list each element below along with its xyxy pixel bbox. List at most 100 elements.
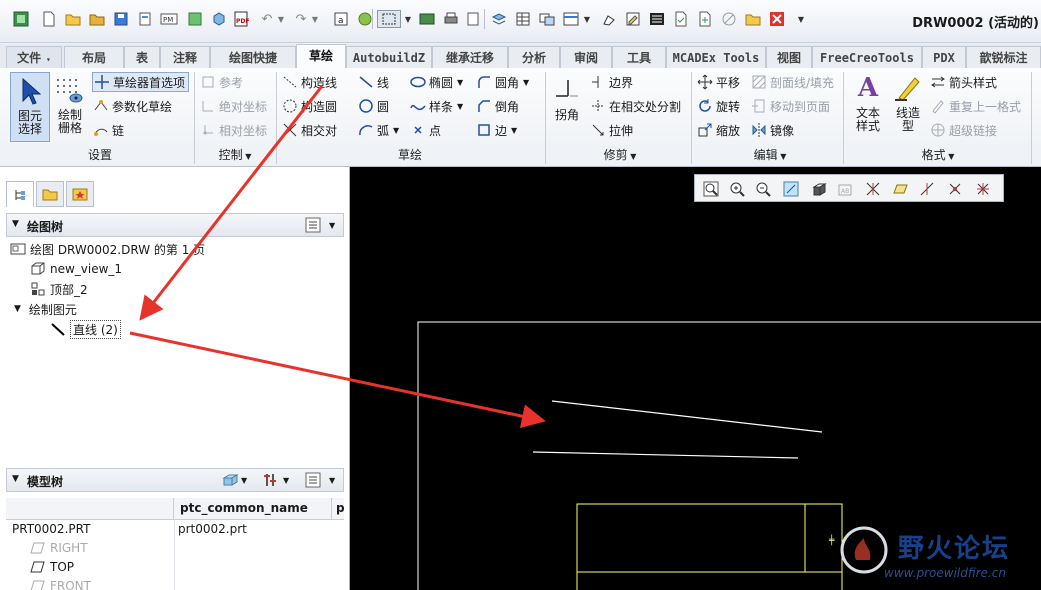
stretch-button[interactable]: 拉伸 xyxy=(590,120,633,140)
switch-window-icon[interactable] xyxy=(538,10,556,28)
display-style-icon[interactable] xyxy=(809,179,829,199)
group-label-trim[interactable]: 修剪 ▼ xyxy=(580,146,660,164)
new-folder-icon[interactable] xyxy=(64,10,82,28)
expand-triangle-icon[interactable]: ▼ xyxy=(14,304,21,314)
edge-dropdown-icon[interactable]: ▼ xyxy=(511,126,517,135)
open-icon[interactable] xyxy=(88,10,106,28)
print-preview-icon[interactable] xyxy=(136,10,154,28)
boundary-button[interactable]: 边界 xyxy=(590,72,633,92)
spline-dropdown-icon[interactable]: ▼ xyxy=(457,102,463,111)
table-icon[interactable] xyxy=(514,10,532,28)
layer-icon[interactable] xyxy=(490,10,508,28)
rotate-button[interactable]: 旋转 xyxy=(697,96,740,116)
absolute-coordinates-button[interactable]: 绝对坐标 xyxy=(200,96,267,116)
arrow-style-button[interactable]: 箭头样式 xyxy=(930,72,997,92)
folder-browser-tab[interactable] xyxy=(36,181,64,207)
model-icon[interactable] xyxy=(210,10,228,28)
regenerate-icon[interactable] xyxy=(186,10,204,28)
tree-item-lines[interactable]: 直线 (2) xyxy=(50,319,121,339)
tree-item-draft-entities[interactable]: ▼ 绘制图元 xyxy=(14,300,77,318)
tab-tools[interactable]: 工具 xyxy=(612,46,666,68)
tab-sketch[interactable]: 草绘 xyxy=(296,44,346,69)
redo-dropdown-icon[interactable]: ▼ xyxy=(310,10,320,28)
drawn-line-1[interactable] xyxy=(551,400,823,433)
hatch-fill-button[interactable]: 剖面线/填充 xyxy=(751,72,834,92)
tab-mcadex-tools[interactable]: MCADEx Tools xyxy=(666,46,766,68)
edit-icon[interactable] xyxy=(624,10,642,28)
fillet-button[interactable]: 圆角 ▼ xyxy=(476,72,529,92)
line-style-button[interactable]: 线造 型 xyxy=(890,72,926,142)
datum-display-icon[interactable] xyxy=(863,179,883,199)
axis-display-icon[interactable] xyxy=(917,179,937,199)
select-dropdown-icon[interactable]: ▼ xyxy=(403,10,413,28)
group-label-format[interactable]: 格式 ▼ xyxy=(898,146,978,164)
tab-xinrui-annotation[interactable]: 歆锐标注 xyxy=(966,46,1041,68)
folder-icon[interactable] xyxy=(744,10,762,28)
hyperlink-button[interactable]: 超级链接 xyxy=(930,120,997,140)
tab-pdx[interactable]: PDX xyxy=(922,46,966,68)
model-tree-header[interactable]: ▼ 模型树 ▼ ▼ ▼ xyxy=(6,468,344,492)
sketcher-preferences-button[interactable]: 草绘器首选项 xyxy=(92,72,190,92)
column-header-common-name[interactable]: ptc_common_name xyxy=(180,501,308,515)
move-to-page-button[interactable]: 移动到页面 xyxy=(751,96,830,116)
model-tree-row[interactable]: TOP xyxy=(30,558,74,576)
tab-legacy-migration[interactable]: 继承迁移 xyxy=(432,46,508,68)
tree-item-top-view[interactable]: 顶部_2 xyxy=(30,280,88,298)
ellipse-dropdown-icon[interactable]: ▼ xyxy=(457,78,463,87)
repaint-view-icon[interactable] xyxy=(781,179,801,199)
text-style-button[interactable]: A 文本 样式 xyxy=(848,72,888,142)
corner-button[interactable]: 拐角 xyxy=(548,78,586,142)
save-icon[interactable] xyxy=(112,10,130,28)
tab-freecreotools[interactable]: FreeCreoTools xyxy=(812,46,922,68)
select-entity-button[interactable]: 图元 选择 xyxy=(10,72,50,142)
tab-view[interactable]: 视图 xyxy=(766,46,812,68)
chamfer-button[interactable]: 倒角 xyxy=(476,96,519,116)
scale-button[interactable]: 缩放 xyxy=(697,120,740,140)
app-icon[interactable] xyxy=(12,10,30,28)
model-tree-row[interactable]: PRT0002.PRT xyxy=(12,520,90,538)
new-file-icon[interactable] xyxy=(40,10,58,28)
mirror-button[interactable]: 镜像 xyxy=(751,120,794,140)
sheet-icon[interactable] xyxy=(464,10,482,28)
tree-item-sheet[interactable]: 绘图 DRW0002.DRW 的第 1 页 xyxy=(10,240,205,258)
tab-analysis[interactable]: 分析 xyxy=(508,46,560,68)
point-button[interactable]: 点 xyxy=(410,120,441,140)
relative-coordinates-button[interactable]: 相对坐标 xyxy=(200,120,267,140)
tree-settings-icon[interactable] xyxy=(305,472,321,488)
draw-grid-button[interactable]: 绘制 栅格 xyxy=(52,72,88,142)
view-outline[interactable] xyxy=(576,503,843,590)
tree-tools-icon[interactable] xyxy=(263,472,281,488)
datum-icon[interactable] xyxy=(720,10,738,28)
print-icon[interactable] xyxy=(442,10,460,28)
csys-display-icon[interactable] xyxy=(973,179,993,199)
tab-annotate[interactable]: 注释 xyxy=(160,46,210,68)
divide-at-intersection-button[interactable]: 在相交处分割 xyxy=(590,96,681,116)
arc-button[interactable]: 弧 ▼ xyxy=(358,120,399,140)
column-header-extra[interactable]: p xyxy=(336,501,345,515)
show-dropdown-icon[interactable]: ▼ xyxy=(241,472,247,488)
windows-icon[interactable] xyxy=(562,10,580,28)
export-icon[interactable]: PM xyxy=(160,10,178,28)
tree-item-view[interactable]: new_view_1 xyxy=(30,260,122,278)
show-icon[interactable] xyxy=(221,472,239,488)
redo-icon[interactable]: ↷ xyxy=(292,10,310,28)
repeat-last-format-button[interactable]: 重复上一格式 xyxy=(930,96,1021,116)
chain-button[interactable]: 链 xyxy=(93,120,124,140)
file-add-icon[interactable] xyxy=(696,10,714,28)
intersect-pair-button[interactable]: 相交对 xyxy=(282,120,337,140)
reference-button[interactable]: 参考 xyxy=(200,72,243,92)
refit-icon[interactable] xyxy=(701,179,721,199)
repaint-icon[interactable] xyxy=(418,10,436,28)
parametric-sketch-button[interactable]: 参数化草绘 xyxy=(93,96,172,116)
spline-button[interactable]: 样条 ▼ xyxy=(410,96,463,116)
tree-settings-icon[interactable] xyxy=(305,217,321,233)
ellipse-button[interactable]: 椭圆 ▼ xyxy=(410,72,463,92)
column-header-name[interactable] xyxy=(6,498,174,520)
tab-autobuildz[interactable]: AutobuildZ xyxy=(346,46,432,68)
circle-button[interactable]: 圆 xyxy=(358,96,389,116)
line-button[interactable]: 线 xyxy=(358,72,389,92)
group-label-edit[interactable]: 编辑 ▼ xyxy=(730,146,810,164)
paint-icon[interactable] xyxy=(600,10,618,28)
collapse-icon[interactable]: ▼ xyxy=(12,219,19,229)
pdf-icon[interactable]: PDF xyxy=(232,10,250,28)
